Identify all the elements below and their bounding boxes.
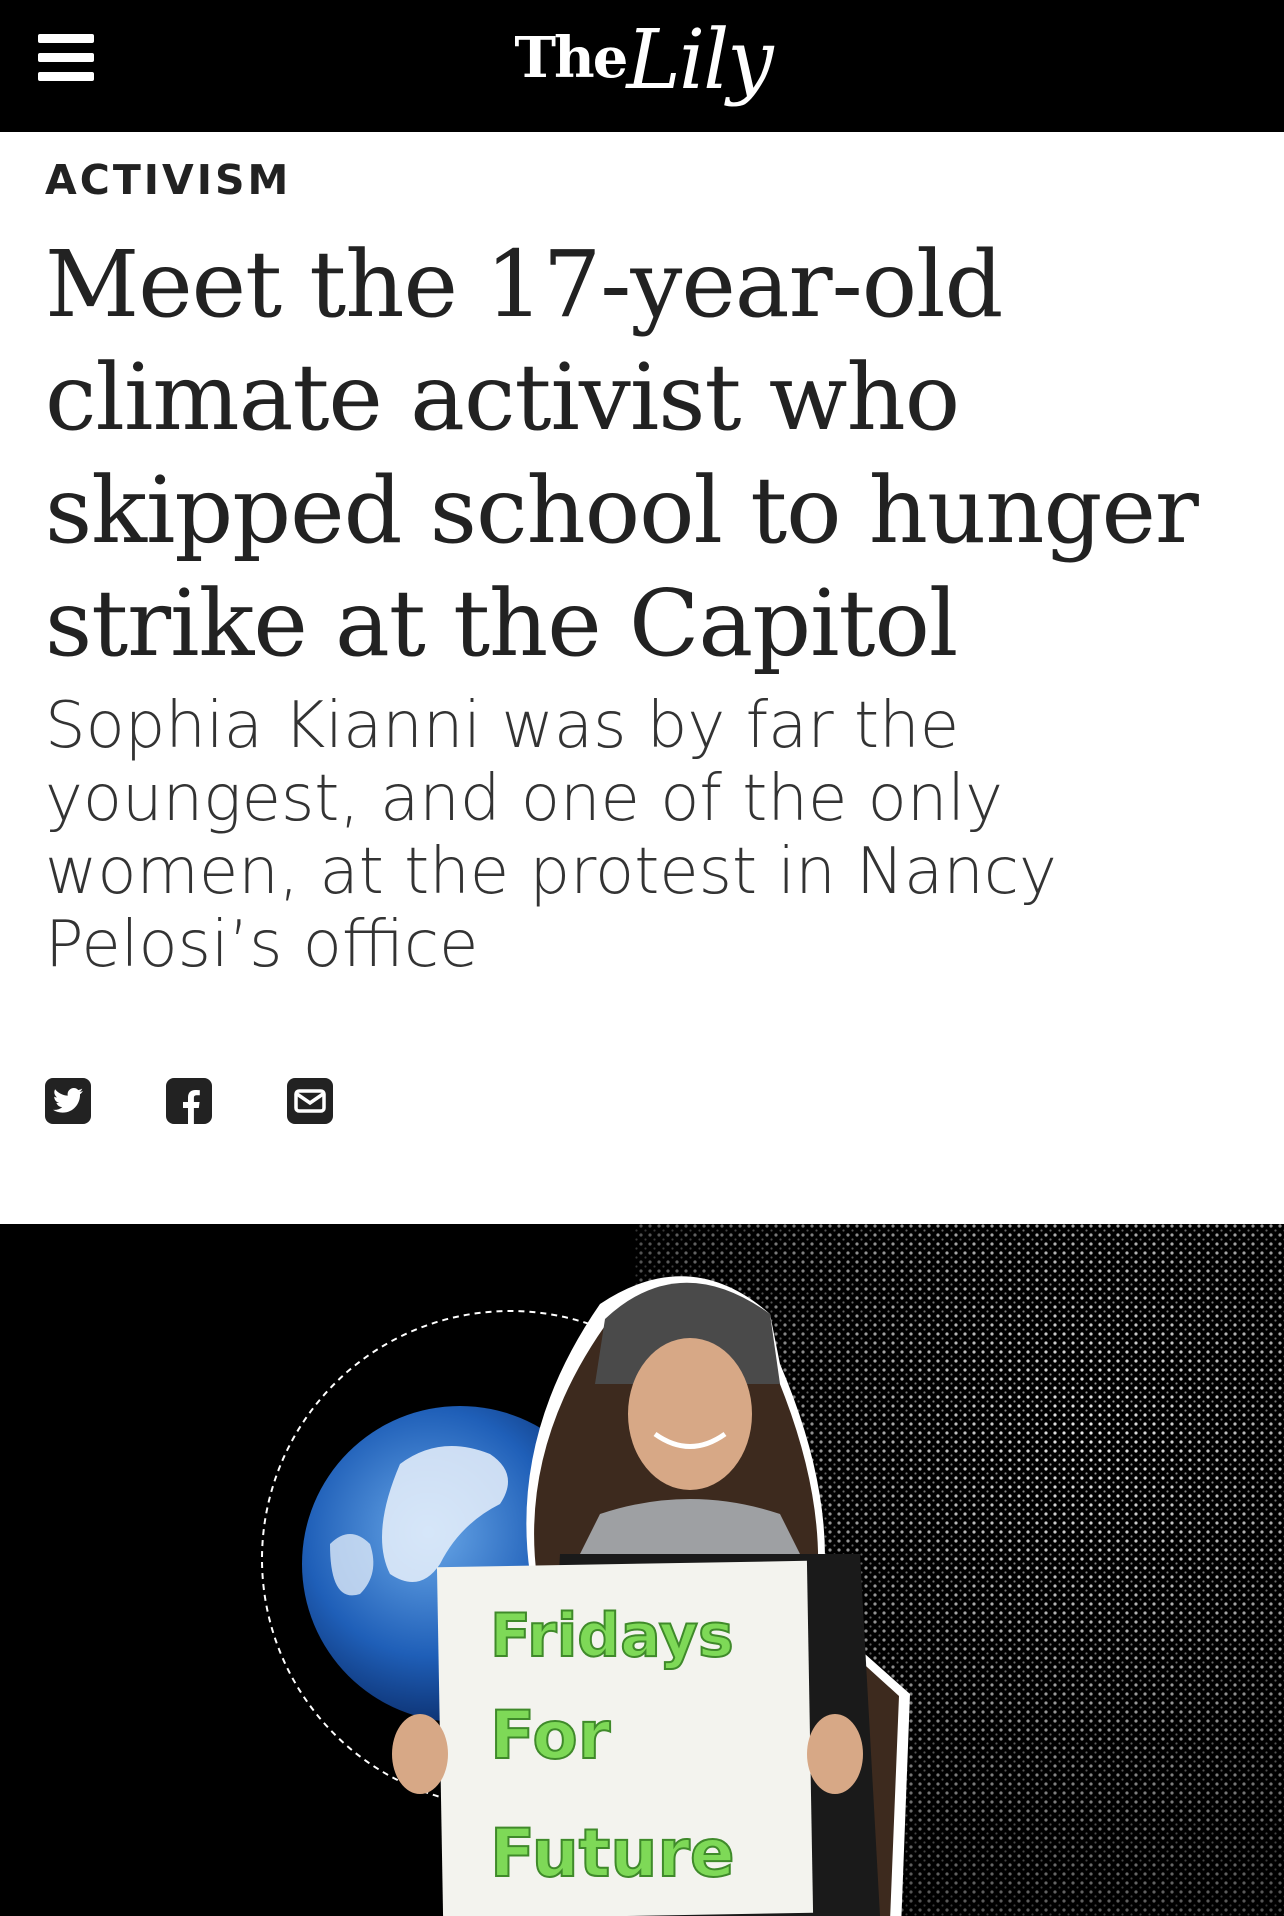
logo-prefix: The (514, 25, 628, 91)
share-bar (45, 1078, 333, 1124)
sign-word: Future (490, 1815, 735, 1892)
article-dek: Sophia Kianni was by far the youngest, a… (45, 689, 1057, 982)
top-navigation-bar: The Lily (0, 0, 1284, 132)
article-headline: Meet the 17-year-old climate activist wh… (45, 231, 1199, 677)
email-icon[interactable] (287, 1078, 333, 1124)
logo-name: Lily (626, 13, 773, 108)
menu-line (38, 33, 94, 43)
twitter-icon[interactable] (45, 1078, 91, 1124)
hamburger-menu-icon[interactable] (38, 22, 108, 92)
protest-sign: Fridays For Future (392, 1560, 863, 1916)
facebook-icon[interactable] (166, 1078, 212, 1124)
sign-word: For (490, 1697, 611, 1774)
section-kicker[interactable]: ACTIVISM (45, 156, 291, 204)
hero-image: Fridays For Future (0, 1224, 1284, 1916)
sign-word: Fridays (490, 1601, 734, 1671)
menu-line (38, 71, 94, 81)
menu-line (38, 52, 94, 62)
site-logo[interactable]: The Lily (508, 10, 778, 110)
